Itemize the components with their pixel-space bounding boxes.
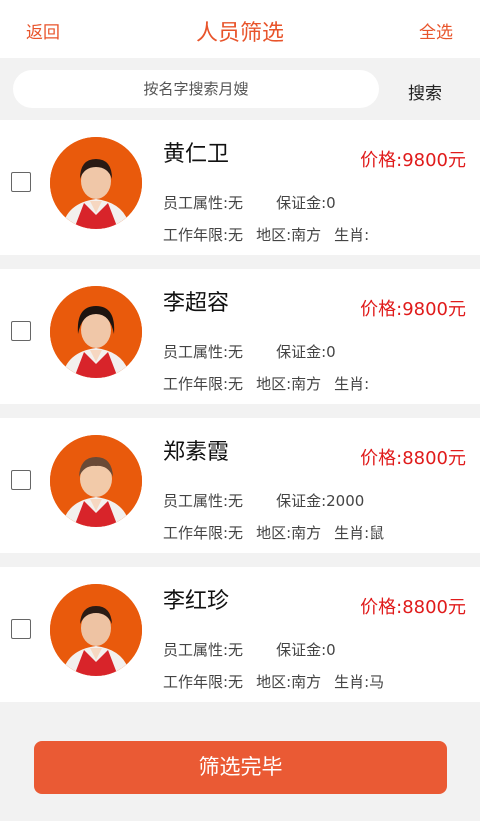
search-button[interactable]: 搜索 [408, 79, 442, 104]
select-all-button[interactable]: 全选 [419, 18, 453, 43]
staff-region: 地区:南方 [256, 673, 322, 691]
select-checkbox[interactable] [11, 470, 31, 490]
staff-price: 价格:8800元 [360, 448, 466, 469]
staff-attribute: 员工属性:无 [163, 641, 244, 659]
page-title: 人员筛选 [195, 21, 284, 46]
staff-card[interactable]: 郑素霞 价格:8800元 员工属性:无 保证金:2000 工作年限:无 地区:南方生… [0, 418, 480, 553]
staff-region: 地区:南方 [256, 375, 322, 393]
staff-card[interactable]: 李红珍 价格:8800元 员工属性:无 保证金:0 工作年限:无 地区:南方 生肖:马 [0, 567, 480, 702]
staff-price: 价格:8800元 [360, 597, 466, 618]
staff-name: 黄仁卫 [163, 142, 230, 167]
avatar [50, 286, 142, 378]
staff-deposit: 保证金:2000 [276, 492, 365, 510]
avatar [50, 435, 142, 527]
staff-card[interactable]: 李超容 价格:9800元 员工属性:无 保证金:0 工作年限:无 地区:南方 生肖: [0, 269, 480, 404]
staff-price: 价格:9800元 [360, 299, 466, 320]
filter-done-button[interactable]: 筛选完毕 [34, 741, 447, 794]
staff-years: 工作年限:无 [163, 375, 244, 393]
staff-region: 地区:南方 [256, 226, 322, 244]
staff-zodiac: 生肖:马 [334, 673, 385, 691]
staff-zodiac: 生肖: [334, 226, 370, 244]
staff-price: 价格:9800元 [360, 150, 466, 171]
select-checkbox[interactable] [11, 619, 31, 639]
staff-attribute: 员工属性:无 [163, 194, 244, 212]
staff-deposit: 保证金:0 [276, 343, 336, 361]
staff-attribute: 员工属性:无 [163, 343, 244, 361]
staff-name: 李红珍 [163, 589, 230, 614]
search-bar: 搜索 [0, 58, 480, 118]
select-checkbox[interactable] [11, 321, 31, 341]
staff-years: 工作年限:无 [163, 226, 244, 244]
staff-deposit: 保证金:0 [276, 194, 336, 212]
staff-card[interactable]: 黄仁卫 价格:9800元 员工属性:无 保证金:0 工作年限:无 地区:南方 生肖: [0, 120, 480, 255]
select-checkbox[interactable] [11, 172, 31, 192]
staff-name: 郑素霞 [163, 440, 230, 465]
staff-name: 李超容 [163, 291, 230, 316]
avatar [50, 137, 142, 229]
staff-years: 工作年限:无 [163, 673, 244, 691]
staff-years: 工作年限:无 [163, 524, 244, 542]
search-input[interactable] [13, 70, 379, 108]
top-bar: 返回 人员筛选 全选 [0, 0, 480, 58]
staff-region: 地区:南方 [256, 524, 322, 542]
staff-attribute: 员工属性:无 [163, 492, 244, 510]
staff-deposit: 保证金:0 [276, 641, 336, 659]
avatar [50, 584, 142, 676]
staff-zodiac: 生肖: [334, 375, 370, 393]
staff-zodiac: 生肖:鼠 [334, 524, 385, 542]
